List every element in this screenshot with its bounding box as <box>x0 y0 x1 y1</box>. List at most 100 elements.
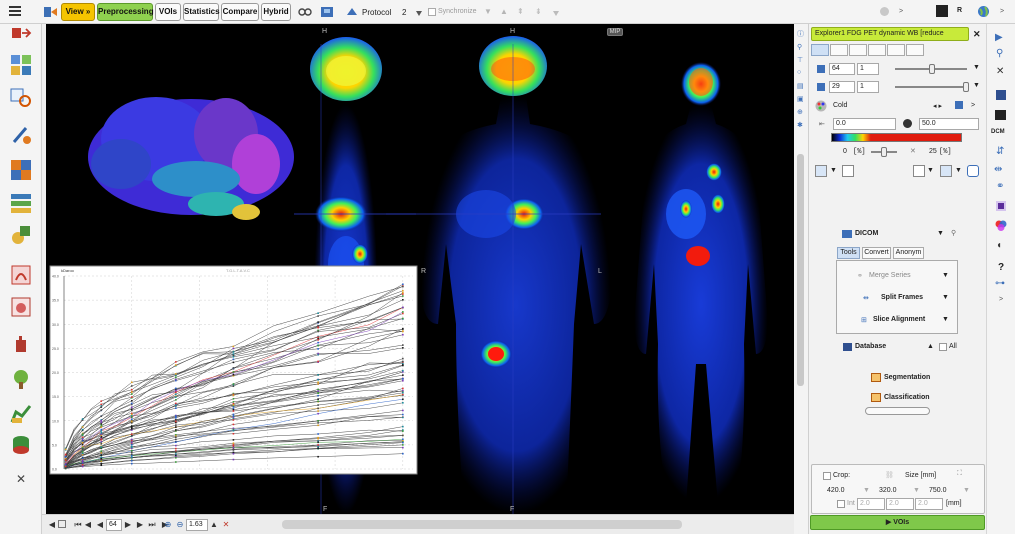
vois-bottom-button[interactable]: ▶ VOIs <box>810 515 985 530</box>
network-icon[interactable]: ⚭ <box>996 181 1004 192</box>
layers-icon[interactable] <box>10 192 32 214</box>
target-icon[interactable]: ⊕ <box>797 108 803 116</box>
protocol-label[interactable]: Protocol <box>362 8 391 17</box>
globe-icon[interactable] <box>977 5 990 18</box>
circle-icon[interactable]: ○ <box>797 69 801 76</box>
int-b[interactable]: 2.0 <box>886 498 914 510</box>
save-view-icon[interactable] <box>320 5 336 19</box>
lower-input[interactable]: 0.0 <box>833 118 896 130</box>
segmentation-label[interactable]: Segmentation <box>884 374 930 381</box>
database-label[interactable]: Database <box>855 343 886 350</box>
tab-layout[interactable] <box>830 44 848 56</box>
hierarchy-icon[interactable]: ⊤ <box>797 56 803 64</box>
study-banner[interactable]: Explorer1 FDG PET dynamic WB [reduce <box>811 27 969 41</box>
int-c[interactable]: 2.0 <box>915 498 943 510</box>
checkbox-synchronize[interactable] <box>428 8 436 16</box>
tools-icon[interactable] <box>10 124 32 146</box>
help-icon[interactable]: ? <box>998 262 1004 273</box>
crop-region-icon[interactable]: ⛶ <box>957 470 962 478</box>
slice1-step[interactable]: 1 <box>857 63 879 75</box>
save-icon[interactable] <box>996 90 1006 100</box>
purple-square-icon[interactable] <box>996 201 1006 211</box>
dicom-dropdown-icon[interactable]: ▼ <box>937 230 944 237</box>
slice2-slider[interactable] <box>895 82 969 92</box>
grid-toggle-icon[interactable] <box>815 165 827 177</box>
slice2-step[interactable]: 1 <box>857 81 879 93</box>
gear-icon[interactable]: ✱ <box>797 121 803 129</box>
tac-chart[interactable]: 40.0 35.0 30.0 25.0 20.0 15.0 10.0 5.0 0.0 <box>49 265 418 475</box>
first-frame-icon[interactable]: ⏮ <box>74 520 82 530</box>
colormap-label[interactable]: Cold <box>833 102 847 109</box>
crop-z[interactable]: 750.0 <box>929 487 947 494</box>
info-icon[interactable]: ⓘ <box>797 29 804 39</box>
frame-input[interactable]: 64 <box>106 519 122 531</box>
tab-globe[interactable] <box>906 44 924 56</box>
zoom-out-icon[interactable]: ⊖ <box>175 520 185 530</box>
expand-icon[interactable]: > <box>999 296 1003 303</box>
crop-link-icon[interactable]: ⛓ <box>885 471 894 479</box>
volume-icon[interactable]: ◖ <box>996 240 1002 251</box>
tab-anonym[interactable]: Anonym <box>893 247 924 259</box>
r-label[interactable]: R <box>957 7 962 14</box>
compare-button[interactable]: Compare <box>221 3 259 21</box>
exit-icon[interactable] <box>10 26 32 40</box>
slice1-slider[interactable] <box>895 64 967 74</box>
export-icon[interactable]: ▶ <box>995 32 1003 43</box>
colormap-invert-icon[interactable] <box>955 101 963 109</box>
image-viewer[interactable]: 40.0 35.0 30.0 25.0 20.0 15.0 10.0 5.0 0.0 MIP H… <box>46 24 794 514</box>
print-icon[interactable]: ▤ <box>797 82 804 90</box>
int-a[interactable]: 2.0 <box>857 498 885 510</box>
mip-view[interactable] <box>634 62 768 504</box>
cursor-icon[interactable] <box>940 165 952 177</box>
tab-settings[interactable] <box>887 44 905 56</box>
horizontal-scrollbar[interactable] <box>282 520 682 529</box>
pin-small-icon[interactable]: ⚲ <box>797 43 802 51</box>
sync-icon-1[interactable]: ▼ <box>484 7 494 17</box>
classification-label[interactable]: Classification <box>884 394 930 401</box>
zoom-in-icon[interactable]: ⊕ <box>163 520 173 530</box>
overlay-dropdown-icon[interactable]: ▼ <box>927 167 934 174</box>
reset-icon[interactable]: ✕ <box>222 520 230 530</box>
frame-icon[interactable] <box>58 520 66 528</box>
colorbar[interactable] <box>831 133 962 142</box>
protocol-icon[interactable] <box>345 5 359 19</box>
tab-fusion[interactable] <box>849 44 867 56</box>
slice-alignment-label[interactable]: Slice Alignment <box>873 316 925 323</box>
colormap-nav-icon[interactable]: ◂ ▸ <box>933 102 942 110</box>
search-image-icon[interactable] <box>10 86 32 108</box>
chevron-down-icon[interactable] <box>416 9 422 16</box>
sync-icon-3[interactable]: ⇞ <box>517 7 527 17</box>
align-dropdown-icon[interactable]: ▼ <box>942 316 949 323</box>
overlay-icon[interactable] <box>913 165 925 177</box>
load-images-icon[interactable] <box>10 54 32 76</box>
view-button[interactable]: View » <box>61 3 95 21</box>
merge-series-label[interactable]: Merge Series <box>869 272 911 279</box>
slice2-input[interactable]: 29 <box>829 81 855 93</box>
workflow-icon[interactable] <box>42 4 58 20</box>
crop-y[interactable]: 320.0 <box>879 487 897 494</box>
slice1-input[interactable]: 64 <box>829 63 855 75</box>
grid-icon[interactable] <box>10 159 32 181</box>
tree-icon[interactable] <box>10 368 32 390</box>
slice2-dropdown-icon[interactable]: ▼ <box>973 82 980 89</box>
hybrid-button[interactable]: Hybrid <box>261 3 291 21</box>
close-study-icon[interactable]: ✕ <box>973 29 981 40</box>
crop-x-dropdown[interactable]: ▼ <box>863 487 870 494</box>
sync-icon-4[interactable]: ⇟ <box>535 7 545 17</box>
tab-convert[interactable]: Convert <box>862 247 891 259</box>
link-icon[interactable] <box>298 6 312 18</box>
report-icon[interactable] <box>10 402 32 424</box>
hand-icon[interactable] <box>10 332 32 354</box>
menu-icon[interactable] <box>8 4 22 18</box>
statistics-button[interactable]: Statistics <box>183 3 220 21</box>
split-dropdown-icon[interactable]: ▼ <box>942 294 949 301</box>
pct-slider[interactable] <box>871 147 897 157</box>
crop-y-dropdown[interactable]: ▼ <box>913 487 920 494</box>
database-expand-icon[interactable]: ▲ <box>927 343 934 350</box>
console-icon[interactable] <box>936 5 948 17</box>
chevron-down-icon-2[interactable] <box>553 9 559 16</box>
record-icon[interactable] <box>967 165 979 177</box>
upper-pct[interactable]: 25 <box>929 148 937 155</box>
sync-right-icon[interactable]: ⇵ <box>996 146 1004 157</box>
tab-orient[interactable] <box>811 44 829 56</box>
